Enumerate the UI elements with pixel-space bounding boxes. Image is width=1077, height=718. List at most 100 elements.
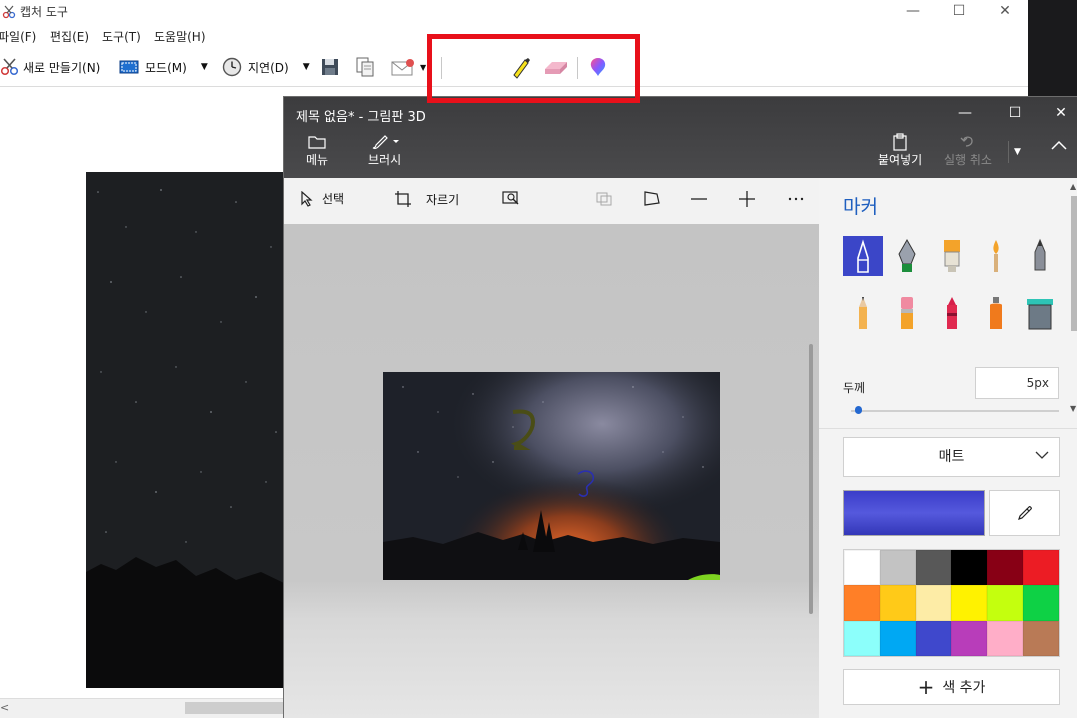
menu-label: 메뉴 [306, 153, 329, 167]
plus-icon [739, 191, 755, 207]
marker-tool[interactable] [843, 236, 883, 276]
color-swatch[interactable] [951, 585, 988, 621]
oil-brush-tool[interactable] [932, 236, 972, 276]
chevron-up-icon[interactable]: ▲ [1070, 182, 1076, 191]
night-sky-canvas-image[interactable] [383, 372, 720, 580]
clock-icon [222, 57, 242, 77]
color-swatch[interactable] [879, 550, 916, 586]
rectangle-mode-icon [119, 60, 139, 74]
send-email-button[interactable]: ▼ [390, 47, 426, 87]
minus-icon [691, 198, 707, 200]
magic-select-button[interactable] [502, 190, 520, 210]
color-swatch[interactable] [915, 585, 952, 621]
current-color-swatch[interactable] [843, 490, 985, 536]
collapse-ribbon-button[interactable] [1044, 139, 1074, 163]
eraser-button[interactable] [542, 47, 570, 87]
canvas-scrollbar[interactable] [809, 344, 813, 614]
menu-help[interactable]: 도움말(H) [154, 28, 206, 45]
thickness-input[interactable]: 5px [975, 367, 1059, 399]
paint-close-button[interactable]: ✕ [1038, 102, 1077, 126]
color-swatch[interactable] [844, 585, 880, 621]
pencil-icon [859, 297, 867, 329]
finish-dropdown[interactable]: 매트 [843, 437, 1060, 477]
highlighter-button[interactable] [510, 47, 532, 87]
color-swatch[interactable] [987, 585, 1024, 621]
color-swatch[interactable] [879, 620, 916, 656]
zoom-out-button[interactable] [690, 190, 708, 212]
color-swatch[interactable] [951, 550, 988, 586]
new-snip-button[interactable]: 새로 만들기(N) [0, 47, 100, 87]
fill-tool[interactable] [1020, 293, 1060, 333]
menu-edit[interactable]: 편집(E) [50, 28, 89, 45]
add-color-button[interactable]: + 색 추가 [843, 669, 1060, 705]
calligraphy-pen-icon [898, 238, 916, 272]
edit-with-paint3d-button[interactable] [588, 47, 608, 87]
copy-button[interactable] [355, 47, 375, 87]
horizontal-scrollbar[interactable]: < [0, 698, 285, 718]
crayon-tool[interactable] [932, 293, 972, 333]
mode-button[interactable]: 모드(M) ▼ [119, 47, 208, 87]
thickness-slider-thumb[interactable] [855, 406, 863, 414]
paint3d-icon [590, 58, 606, 76]
color-swatch[interactable] [1023, 585, 1059, 621]
calligraphy-pen-tool[interactable] [887, 236, 927, 276]
color-swatch[interactable] [915, 620, 952, 656]
panel-title: 마커 [843, 196, 878, 218]
paint3d-window: 제목 없음* - 그림판 3D — ☐ ✕ 메뉴 브러시 붙여넣기 실행 취소 … [283, 96, 1077, 718]
thickness-slider[interactable] [851, 410, 1059, 412]
background-window-edge [1028, 0, 1077, 96]
crop-label: 자르기 [426, 192, 460, 207]
zoom-in-button[interactable] [738, 190, 756, 212]
select-tool[interactable]: 선택 [300, 190, 344, 207]
brushes-panel: 마커 ▲ ▼ 두께 5px 매트 + 색 추가 [819, 178, 1077, 718]
color-swatch[interactable] [1023, 620, 1059, 656]
scrollbar-thumb[interactable] [185, 702, 285, 714]
color-swatch[interactable] [879, 585, 916, 621]
panel-scrollbar[interactable]: ▲ ▼ [1070, 182, 1077, 415]
delay-button[interactable]: 지연(D) ▼ [222, 47, 310, 87]
pixel-pen-tool[interactable] [1020, 236, 1060, 276]
maximize-button[interactable]: ☐ [936, 0, 982, 24]
menu-button[interactable]: 메뉴 [306, 133, 328, 168]
paste-button[interactable]: 붙여넣기 [878, 133, 922, 168]
close-button[interactable]: ✕ [982, 0, 1028, 24]
color-swatch[interactable] [987, 550, 1024, 586]
minimize-button[interactable]: — [890, 0, 936, 24]
panel-scrollbar-thumb[interactable] [1071, 196, 1077, 331]
crop-tool[interactable]: 자르기 [394, 190, 459, 208]
new-snip-label: 새로 만들기(N) [23, 60, 101, 75]
menu-tools[interactable]: 도구(T) [102, 28, 141, 45]
3d-view-button[interactable] [595, 190, 613, 210]
scroll-left-icon[interactable]: < [0, 701, 9, 714]
undo-button[interactable]: 실행 취소 [944, 133, 992, 168]
chevron-down-icon[interactable]: ▼ [1070, 404, 1076, 413]
eraser-tool[interactable] [887, 293, 927, 333]
plus-icon: + [917, 675, 935, 699]
watercolor-tool[interactable] [976, 236, 1016, 276]
chevron-down-icon: ▼ [302, 62, 310, 72]
cursor-icon [301, 190, 313, 207]
color-swatch[interactable] [844, 550, 880, 586]
brushes-button[interactable]: 브러시 [368, 133, 401, 168]
add-color-label: 색 추가 [942, 680, 986, 696]
undo-label: 실행 취소 [944, 153, 992, 167]
color-swatch[interactable] [987, 620, 1024, 656]
color-swatch[interactable] [844, 620, 880, 656]
color-swatch[interactable] [951, 620, 988, 656]
paint-maximize-button[interactable]: ☐ [992, 102, 1038, 126]
color-swatch[interactable] [915, 550, 952, 586]
mixed-reality-button[interactable] [643, 190, 661, 212]
paint-canvas-area[interactable] [284, 224, 819, 718]
history-dropdown-button[interactable]: ▼ [1008, 141, 1026, 163]
pencil-tool[interactable] [843, 293, 883, 333]
chevron-down-icon: ▼ [1014, 147, 1021, 157]
more-options-button[interactable] [787, 190, 805, 212]
eyedropper-button[interactable] [989, 490, 1060, 536]
spray-can-tool[interactable] [976, 293, 1016, 333]
eraser-icon [901, 297, 913, 329]
paint-minimize-button[interactable]: — [942, 102, 988, 126]
menu-file[interactable]: 파일(F) [0, 28, 36, 45]
color-swatch[interactable] [1023, 550, 1059, 586]
chevron-down-icon: ▼ [200, 62, 208, 72]
save-button[interactable] [320, 47, 340, 87]
